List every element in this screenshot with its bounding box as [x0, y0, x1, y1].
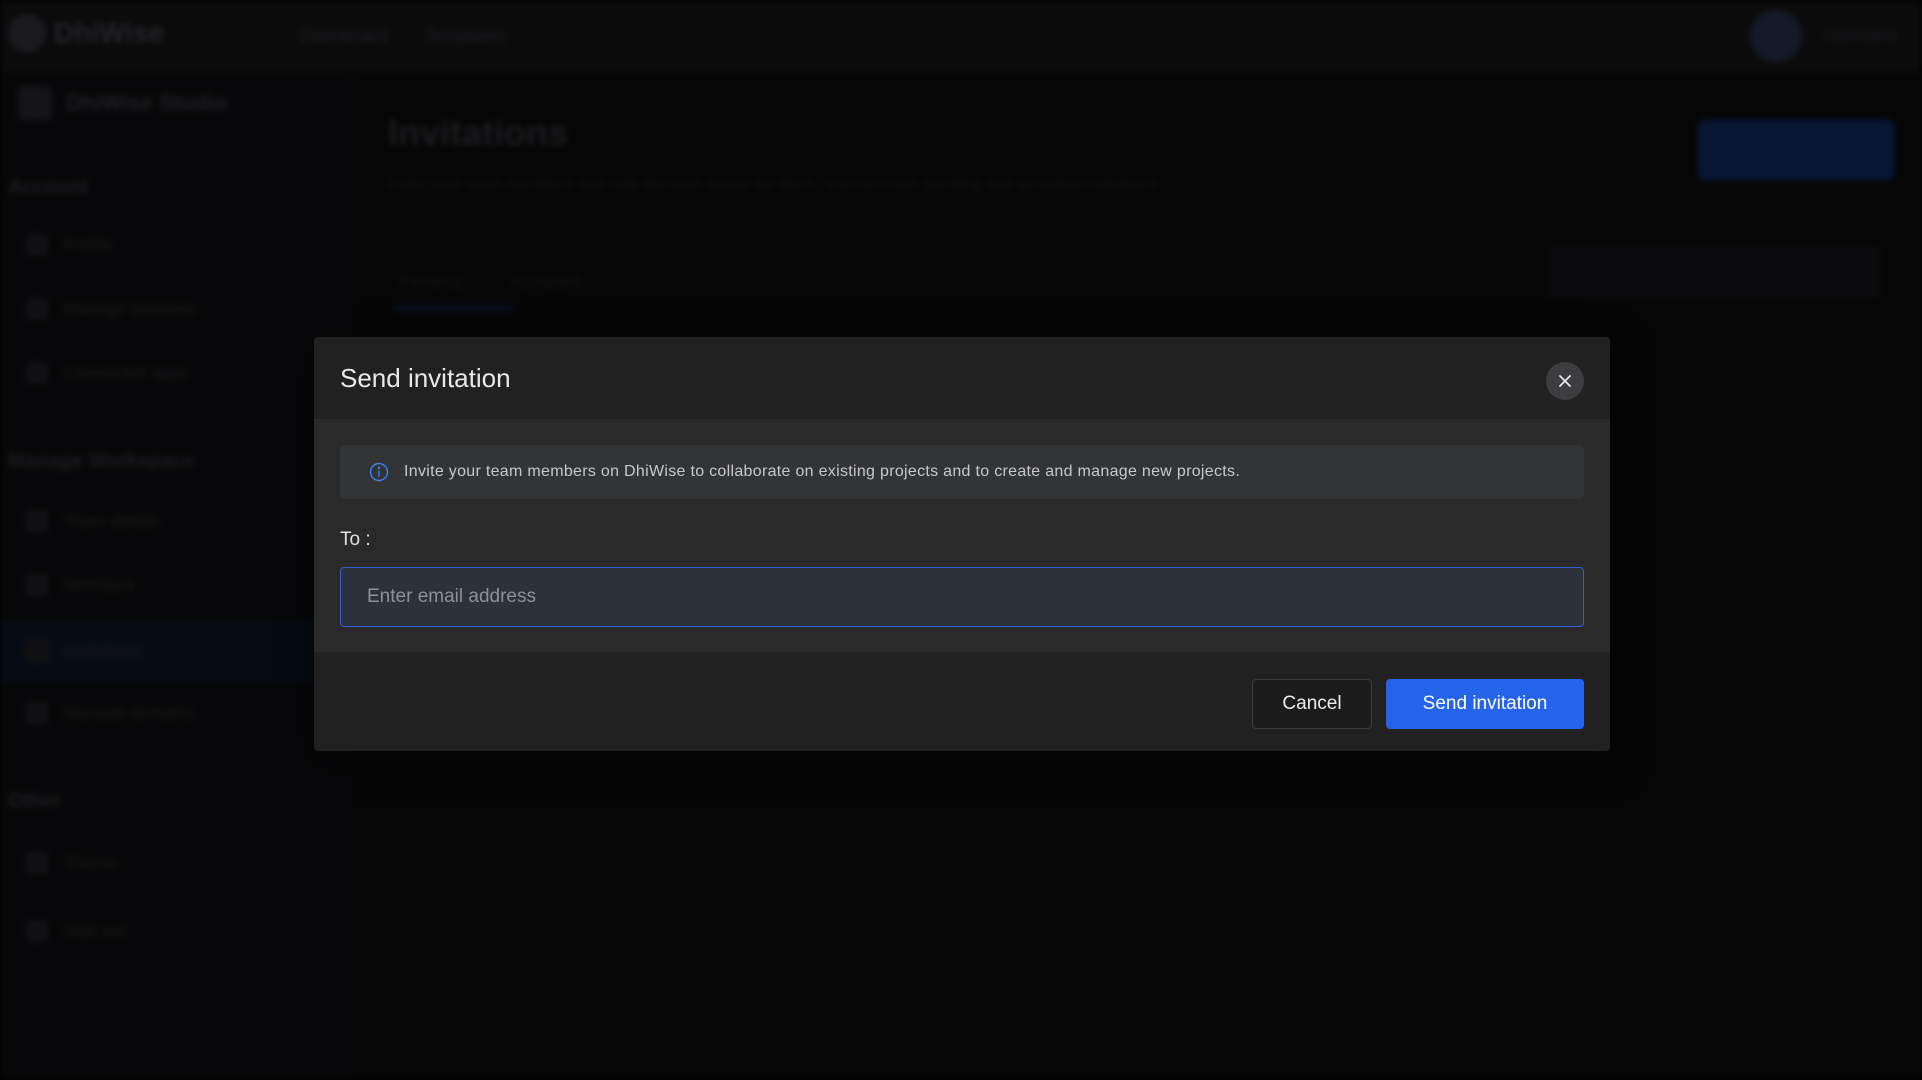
cancel-button[interactable]: Cancel [1252, 679, 1372, 729]
dialog-footer: Cancel Send invitation [314, 652, 1610, 751]
send-invitation-dialog: Send invitation Invite your team members… [314, 337, 1610, 751]
send-invitation-button[interactable]: Send invitation [1386, 679, 1584, 729]
info-banner: Invite your team members on DhiWise to c… [340, 445, 1584, 499]
to-label: To : [340, 529, 371, 550]
email-field[interactable] [340, 567, 1584, 627]
dialog-header: Send invitation [314, 337, 1610, 419]
close-button[interactable] [1546, 362, 1584, 400]
close-icon [1559, 375, 1571, 387]
dialog-title: Send invitation [340, 363, 511, 393]
info-icon [368, 461, 390, 483]
info-text: Invite your team members on DhiWise to c… [404, 463, 1241, 480]
dialog-body: Invite your team members on DhiWise to c… [314, 419, 1610, 652]
